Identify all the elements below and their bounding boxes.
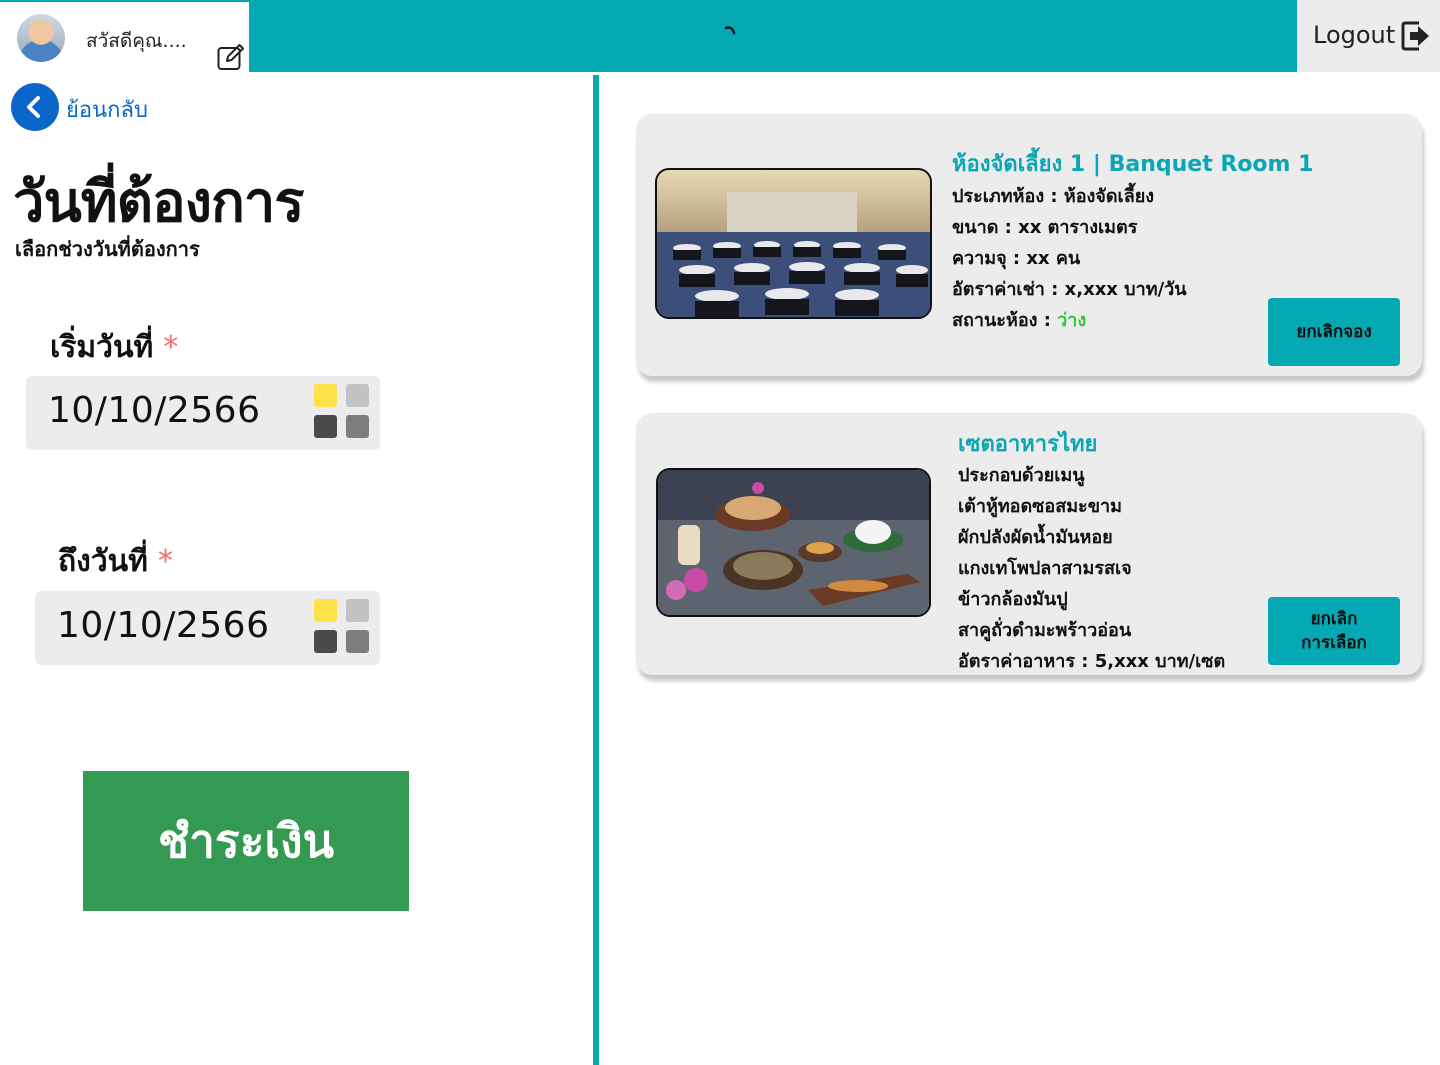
end-date-label: ถึงวันที่ * (58, 538, 173, 585)
user-profile[interactable]: สวัสดีคุณ.... (0, 2, 249, 72)
start-date-label: เริ่มวันที่ * (50, 324, 178, 371)
greeting-text: สวัสดีคุณ.... (86, 30, 187, 52)
logout-label: Logout (1313, 21, 1396, 49)
start-date-field[interactable]: 10/10/2566 (26, 376, 380, 450)
card-title: เซตอาหารไทย (958, 432, 1098, 457)
room-status: สถานะห้อง : ว่าง (952, 305, 1086, 334)
room-capacity: ความจุ : xx คน (952, 248, 1081, 269)
start-date-label-text: เริ่มวันที่ (50, 330, 154, 365)
menu-item: สาคูถั่วดำมะพร้าวอ่อน (958, 620, 1132, 641)
logout-button[interactable]: Logout (1297, 0, 1440, 72)
menu-heading: ประกอบด้วยเมนู (958, 465, 1085, 486)
food-rate: อัตราค่าอาหาร : 5,xxx บาท/เซต (958, 651, 1226, 672)
room-status-label: สถานะห้อง : (952, 310, 1058, 331)
avatar[interactable] (17, 14, 65, 62)
back-button[interactable] (11, 83, 59, 131)
menu-item: แกงเทโพปลาสามรสเจ (958, 558, 1132, 579)
pay-button[interactable]: ชำระเงิน (83, 771, 409, 911)
menu-item: ผักปลังผัดน้ำมันหอย (958, 527, 1113, 548)
menu-item: เต้าหู้ทอดซอสมะขาม (958, 496, 1123, 517)
page-subtitle: เลือกช่วงวันที่ต้องการ (15, 237, 200, 261)
chevron-left-icon (27, 96, 40, 118)
start-date-value: 10/10/2566 (48, 390, 261, 431)
banquet-room-image (655, 168, 932, 319)
end-date-field[interactable]: 10/10/2566 (35, 591, 380, 665)
room-rate: อัตราค่าเช่า : x,xxx บาท/วัน (952, 279, 1187, 300)
cancel-selection-line1: ยกเลิก (1310, 609, 1358, 629)
room-size: ขนาด : xx ตารางเมตร (952, 217, 1138, 238)
booking-card-food: เซตอาหารไทย ประกอบด้วยเมนู เต้าหู้ทอดซอส… (636, 413, 1422, 675)
edit-icon[interactable] (216, 42, 246, 72)
card-title: ห้องจัดเลี้ยง 1 | Banquet Room 1 (952, 152, 1314, 177)
panel-divider (593, 75, 599, 1065)
cancel-booking-button[interactable]: ยกเลิกจอง (1268, 298, 1400, 366)
back-link[interactable]: ย้อนกลับ (66, 92, 148, 127)
thai-food-image (656, 468, 931, 617)
menu-item: ข้าวกล้องมันปู (958, 589, 1068, 610)
room-type: ประเภทห้อง : ห้องจัดเลี้ยง (952, 186, 1155, 207)
end-date-label-text: ถึงวันที่ (58, 544, 148, 579)
calendar-icon[interactable] (314, 599, 370, 655)
calendar-icon[interactable] (314, 384, 370, 440)
logout-icon (1401, 21, 1429, 51)
cancel-selection-button[interactable]: ยกเลิก การเลือก (1268, 597, 1400, 665)
end-date-value: 10/10/2566 (57, 605, 270, 646)
loading-icon (724, 26, 736, 35)
required-mark: * (157, 544, 173, 579)
cancel-selection-line2: การเลือก (1301, 633, 1367, 653)
status-badge: ว่าง (1057, 310, 1087, 331)
top-bar: สวัสดีคุณ.... Logout (0, 0, 1440, 72)
required-mark: * (163, 330, 179, 365)
booking-card-room: ห้องจัดเลี้ยง 1 | Banquet Room 1 ประเภทห… (636, 114, 1422, 376)
